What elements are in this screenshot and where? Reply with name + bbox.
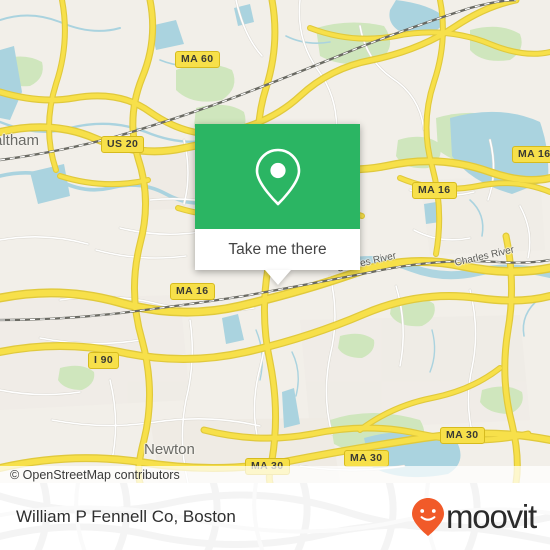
road-shield-ma-30-east: MA 30 (440, 427, 485, 444)
moovit-map-screenshot: altham Newton Charles River Charles Rive… (0, 0, 550, 550)
footer-place-title: William P Fennell Co, Boston (16, 506, 236, 526)
road-shield-ma-30-mid: MA 30 (344, 450, 389, 467)
take-me-there-label: Take me there (228, 240, 327, 258)
road-shield-ma-16-west: MA 16 (170, 283, 215, 300)
take-me-there-button[interactable]: Take me there (195, 229, 360, 270)
callout-tail (264, 270, 291, 285)
road-shield-ma-16-east: MA 16 (512, 146, 550, 163)
take-me-there-callout[interactable]: Take me there (195, 124, 360, 285)
footer-bar: William P Fennell Co, Boston moovit (0, 483, 550, 550)
place-label-waltham: altham (0, 132, 40, 149)
road-shield-ma-60: MA 60 (175, 51, 220, 68)
callout-pin-panel (195, 124, 360, 229)
place-label-newton: Newton (144, 441, 195, 458)
attribution-text[interactable]: © OpenStreetMap contributors (0, 468, 180, 482)
road-shield-us-20: US 20 (101, 136, 145, 153)
map-attribution-bar: © OpenStreetMap contributors (0, 466, 550, 483)
road-shield-ma-16-mid: MA 16 (412, 182, 457, 199)
moovit-wordmark: moovit (446, 498, 537, 535)
moovit-brand[interactable]: moovit (411, 497, 537, 537)
road-shield-i-90: I 90 (88, 352, 120, 369)
moovit-pin-smiley-icon (412, 497, 444, 536)
map-pin-icon (255, 148, 300, 205)
